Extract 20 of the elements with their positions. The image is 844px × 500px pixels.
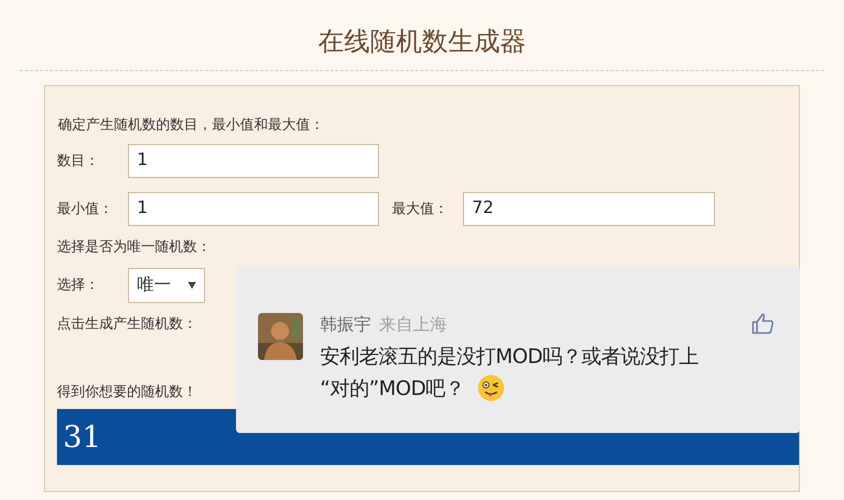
prompt-text: 选择是否为唯一随机数：	[57, 239, 211, 255]
field-label: 最小值：	[57, 200, 114, 218]
field-label: 最大值：	[392, 200, 449, 218]
page-title: 在线随机数生成器	[318, 26, 526, 59]
comment-text: “对的”MOD吧？	[320, 375, 465, 402]
intro-text: 确定产生随机数的数目，最小值和最大值：	[58, 117, 324, 133]
user-name[interactable]: 韩振宇	[320, 313, 371, 338]
thumbs-up-icon[interactable]	[752, 313, 774, 334]
prompt-text: 得到你想要的随机数！	[57, 384, 197, 400]
field-label: 选择：	[57, 276, 100, 295]
unique-select[interactable]: 唯一	[128, 268, 205, 303]
prompt-text: 点击生成产生随机数：	[57, 316, 197, 332]
input-field[interactable]: 1	[128, 144, 379, 178]
comment-text: 安利老滚五的是没打MOD吗？或者说没打上	[320, 344, 698, 368]
caret-icon	[188, 282, 196, 289]
input-field[interactable]: 72	[463, 192, 715, 226]
emoji-icon	[476, 374, 505, 402]
user-location: 来自上海	[379, 314, 447, 337]
input-field[interactable]: 1	[128, 192, 379, 226]
field-label: 数目：	[57, 152, 100, 170]
